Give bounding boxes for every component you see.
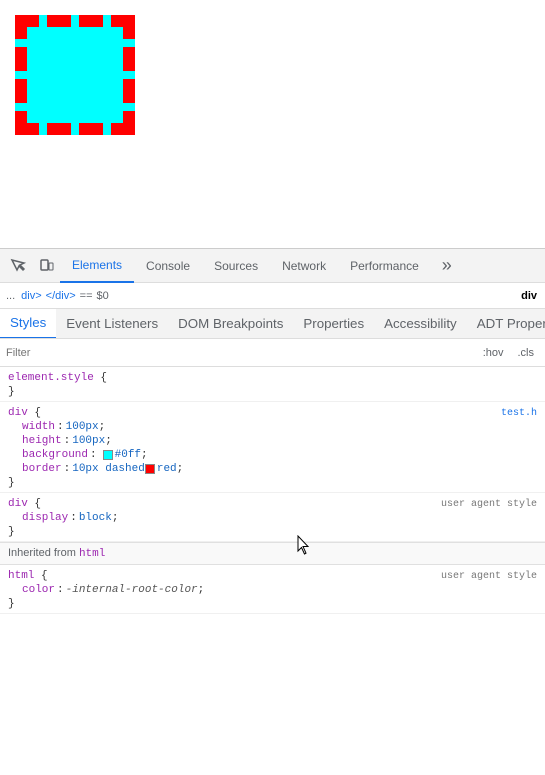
prop-name-border[interactable]: border bbox=[22, 463, 62, 475]
html-open-brace: { bbox=[34, 570, 47, 582]
semicolon-color: ; bbox=[198, 584, 205, 596]
html-rule-header: html { user agent style bbox=[0, 567, 545, 583]
selector-text: element.style bbox=[8, 372, 94, 384]
prop-display: display : block ; bbox=[0, 511, 545, 525]
prop-height: height : 100px ; bbox=[0, 434, 545, 448]
colon-border: : bbox=[64, 463, 71, 475]
devtools-tabs: Elements Console Sources Network Perform… bbox=[60, 249, 541, 283]
prop-name-color[interactable]: color bbox=[22, 584, 55, 596]
html-rule-close: } bbox=[0, 597, 545, 611]
div-ua-open-brace: { bbox=[28, 498, 41, 510]
colon-color: : bbox=[57, 584, 64, 596]
prop-background: background : #0ff ; bbox=[0, 448, 545, 462]
style-tab-styles[interactable]: Styles bbox=[0, 309, 56, 339]
style-tab-accessibility[interactable]: Accessibility bbox=[374, 309, 467, 339]
prop-name-width[interactable]: width bbox=[22, 421, 55, 433]
div-selector-text: div bbox=[8, 407, 28, 419]
breadcrumb-item-div2[interactable]: </div> bbox=[46, 290, 76, 302]
div-ua-selector-text: div bbox=[8, 498, 28, 510]
border-color-swatch[interactable] bbox=[145, 464, 155, 474]
semicolon-border: ; bbox=[177, 463, 184, 475]
breadcrumb: ... div> </div> == $0 div bbox=[0, 283, 545, 309]
demo-box bbox=[15, 15, 135, 135]
element-style-block: element.style { } bbox=[0, 367, 545, 402]
preview-area bbox=[0, 0, 545, 248]
div-useragent-header: div { user agent style bbox=[0, 495, 545, 511]
tab-overflow-button[interactable]: » bbox=[433, 252, 461, 280]
html-useragent-label: user agent style bbox=[441, 571, 537, 582]
style-tab-event-listeners[interactable]: Event Listeners bbox=[56, 309, 168, 339]
device-toolbar-button[interactable] bbox=[32, 252, 60, 280]
inherited-tag[interactable]: html bbox=[79, 548, 105, 560]
prop-value-display[interactable]: block bbox=[79, 512, 112, 524]
filter-buttons: :hov .cls bbox=[478, 344, 539, 362]
open-brace: { bbox=[94, 372, 107, 384]
colon-height: : bbox=[64, 435, 71, 447]
styles-panel[interactable]: element.style { } div { test.h width : 1… bbox=[0, 367, 545, 775]
breadcrumb-active-item[interactable]: div bbox=[521, 290, 537, 302]
div-rule-file[interactable]: test.h bbox=[501, 408, 537, 419]
prop-value-border-part1[interactable]: 10px dashed bbox=[72, 463, 145, 475]
prop-width: width : 100px ; bbox=[0, 420, 545, 434]
devtools-toolbar: Elements Console Sources Network Perform… bbox=[0, 249, 545, 283]
element-style-close: } bbox=[0, 385, 545, 399]
html-selector: html { bbox=[8, 570, 48, 582]
style-tab-dom-breakpoints[interactable]: DOM Breakpoints bbox=[168, 309, 293, 339]
style-tab-properties[interactable]: Properties bbox=[293, 309, 374, 339]
inherited-text: Inherited from bbox=[8, 547, 76, 559]
breadcrumb-item-div1[interactable]: div> bbox=[21, 290, 42, 302]
tab-console[interactable]: Console bbox=[134, 249, 202, 283]
div-useragent-selector: div { bbox=[8, 498, 41, 510]
html-selector-text: html bbox=[8, 570, 34, 582]
semicolon-background: ; bbox=[141, 449, 148, 461]
tab-performance[interactable]: Performance bbox=[338, 249, 431, 283]
prop-name-height[interactable]: height bbox=[22, 435, 62, 447]
devtools-panel: Elements Console Sources Network Perform… bbox=[0, 248, 545, 775]
hov-button[interactable]: :hov bbox=[478, 344, 509, 362]
filter-row: :hov .cls bbox=[0, 339, 545, 367]
colon-width: : bbox=[57, 421, 64, 433]
semicolon-width: ; bbox=[99, 421, 106, 433]
background-color-swatch[interactable] bbox=[103, 450, 113, 460]
inherited-from-label: Inherited from html bbox=[0, 542, 545, 565]
semicolon-height: ; bbox=[105, 435, 112, 447]
element-style-header: element.style { bbox=[0, 369, 545, 385]
breadcrumb-eq: == bbox=[80, 290, 93, 302]
div-rule-block: div { test.h width : 100px ; height : 10… bbox=[0, 402, 545, 493]
breadcrumb-dollar-zero: $0 bbox=[97, 290, 109, 302]
cls-button[interactable]: .cls bbox=[513, 344, 540, 362]
prop-value-background[interactable]: #0ff bbox=[115, 449, 141, 461]
tab-network[interactable]: Network bbox=[270, 249, 338, 283]
div-rule-close: } bbox=[0, 476, 545, 490]
colon-background: : bbox=[90, 449, 97, 461]
prop-name-display[interactable]: display bbox=[22, 512, 68, 524]
prop-value-width[interactable]: 100px bbox=[66, 421, 99, 433]
prop-border: border : 10px dashed red ; bbox=[0, 462, 545, 476]
filter-input[interactable] bbox=[6, 347, 478, 359]
prop-value-border-color[interactable]: red bbox=[157, 463, 177, 475]
div-ua-close: } bbox=[0, 525, 545, 539]
inspect-element-button[interactable] bbox=[4, 252, 32, 280]
prop-color: color : -internal-root-color ; bbox=[0, 583, 545, 597]
semicolon-display: ; bbox=[112, 512, 119, 524]
breadcrumb-dots: ... bbox=[6, 290, 15, 302]
div-open-brace: { bbox=[28, 407, 41, 419]
element-style-selector: element.style { bbox=[8, 372, 107, 384]
div-rule-header: div { test.h bbox=[0, 404, 545, 420]
style-tabs: Styles Event Listeners DOM Breakpoints P… bbox=[0, 309, 545, 339]
tab-elements[interactable]: Elements bbox=[60, 249, 134, 283]
colon-display: : bbox=[70, 512, 77, 524]
tab-sources[interactable]: Sources bbox=[202, 249, 270, 283]
style-tab-adt[interactable]: ADT Properti... bbox=[467, 309, 545, 339]
prop-value-height[interactable]: 100px bbox=[72, 435, 105, 447]
div-useragent-block: div { user agent style display : block ;… bbox=[0, 493, 545, 542]
div-selector: div { bbox=[8, 407, 41, 419]
html-rule-block: html { user agent style color : -interna… bbox=[0, 565, 545, 614]
div-useragent-label: user agent style bbox=[441, 499, 537, 510]
prop-name-background[interactable]: background bbox=[22, 449, 88, 461]
prop-value-color[interactable]: -internal-root-color bbox=[66, 584, 198, 596]
